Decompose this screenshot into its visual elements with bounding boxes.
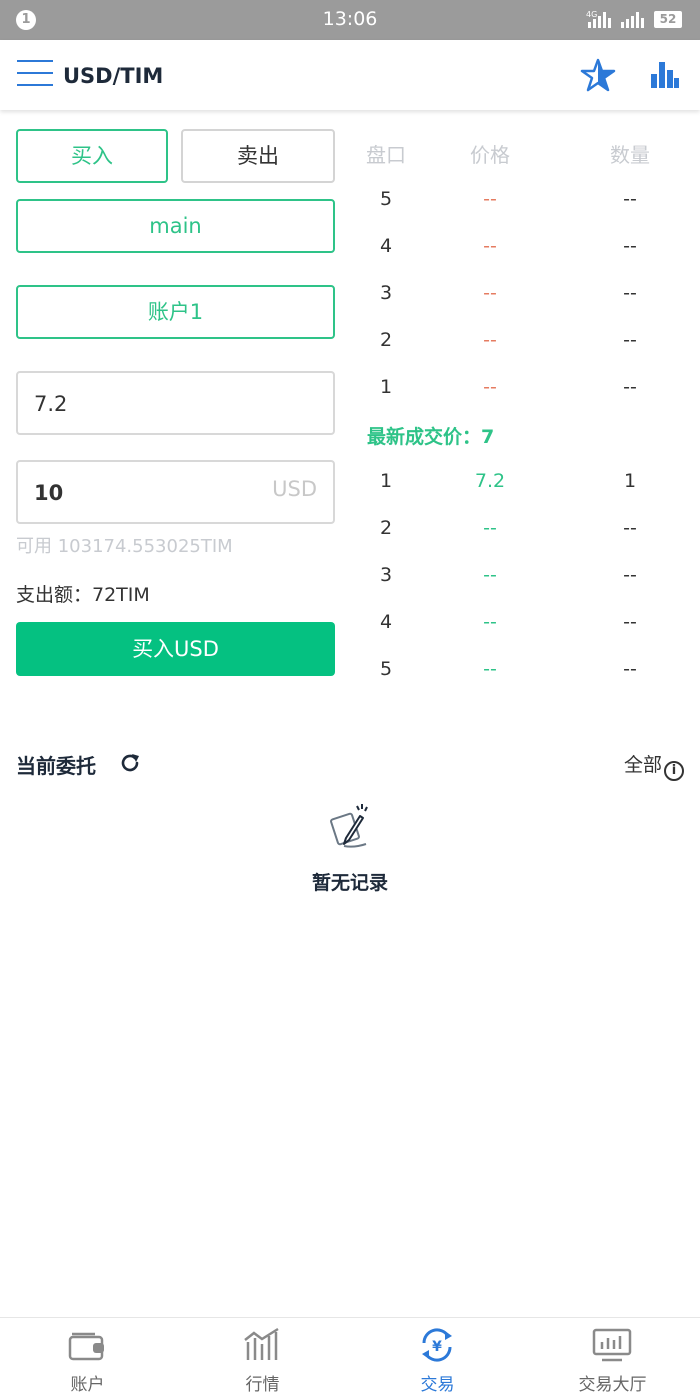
favorite-star-icon[interactable]	[580, 58, 616, 92]
ask-qty: --	[623, 188, 637, 210]
bid-qty: --	[623, 517, 637, 539]
empty-records-text: 暂无记录	[311, 872, 388, 894]
ask-level: 2	[379, 329, 393, 351]
ask-level: 1	[379, 376, 393, 398]
account-select[interactable]: 账户1	[16, 285, 335, 339]
ask-price[interactable]: --	[445, 282, 535, 304]
bid-price[interactable]: --	[445, 517, 535, 539]
info-icon: i	[664, 761, 684, 781]
ask-level: 5	[379, 188, 393, 210]
kline-chart-icon[interactable]	[650, 60, 680, 90]
orderbook-header-price: 价格	[470, 143, 510, 167]
bid-level: 2	[379, 517, 393, 539]
ask-price[interactable]: --	[445, 376, 535, 398]
market-chart-icon	[244, 1327, 279, 1360]
pair-title[interactable]: USD/TIM	[63, 64, 163, 88]
cost-amount: 支出额：72TIM	[16, 584, 150, 606]
orderbook-header-level: 盘口	[366, 143, 406, 167]
nav-trade-label: 交易	[420, 1375, 455, 1395]
nav-account[interactable]: 账户	[0, 1318, 175, 1399]
amount-input[interactable]: 10 USD	[16, 460, 335, 524]
bid-qty: --	[623, 611, 637, 633]
bid-level: 4	[379, 611, 393, 633]
latest-price: 最新成交价：7	[367, 426, 495, 448]
ask-level: 4	[379, 235, 393, 257]
ask-price[interactable]: --	[445, 329, 535, 351]
ask-qty: --	[623, 235, 637, 257]
signal-icon	[621, 12, 644, 28]
menu-icon[interactable]	[17, 60, 53, 90]
price-input[interactable]: 7.2	[16, 371, 335, 435]
amount-value: 10	[34, 481, 64, 505]
nav-trading-hall-label: 交易大厅	[578, 1375, 647, 1395]
bid-price[interactable]: --	[445, 611, 535, 633]
status-bar: 1 13:06 4G 52	[0, 0, 700, 40]
orderbook-header-qty: 数量	[610, 143, 650, 167]
top-header: USD/TIM	[0, 40, 700, 110]
account-type-select[interactable]: main	[16, 199, 335, 253]
ask-qty: --	[623, 329, 637, 351]
svg-text:¥: ¥	[432, 1339, 442, 1355]
network-type-label: 4G	[586, 10, 597, 19]
buy-tab[interactable]: 买入	[16, 129, 168, 183]
available-balance: 可用 103174.553025TIM	[16, 536, 233, 557]
amount-unit: USD	[272, 477, 317, 501]
bid-price[interactable]: 7.2	[445, 470, 535, 492]
all-orders-label: 全部	[623, 754, 662, 776]
bid-level: 3	[379, 564, 393, 586]
ask-price[interactable]: --	[445, 235, 535, 257]
signal-4g-icon: 4G	[586, 10, 611, 28]
bid-qty: --	[623, 564, 637, 586]
buy-submit-button[interactable]: 买入USD	[16, 622, 335, 676]
bid-price[interactable]: --	[445, 564, 535, 586]
current-orders-title: 当前委托	[16, 754, 96, 778]
battery-indicator: 52	[654, 11, 682, 28]
trading-hall-icon	[592, 1328, 632, 1362]
nav-trade[interactable]: ¥ 交易	[350, 1318, 525, 1399]
bid-level: 5	[379, 658, 393, 680]
bottom-nav: 账户 行情 ¥ 交易 交易大厅	[0, 1317, 700, 1399]
nav-account-label: 账户	[70, 1375, 105, 1395]
bid-price[interactable]: --	[445, 658, 535, 680]
ask-qty: --	[623, 376, 637, 398]
nav-trading-hall[interactable]: 交易大厅	[525, 1318, 700, 1399]
bid-qty: 1	[623, 470, 637, 492]
bid-level: 1	[379, 470, 393, 492]
nav-market-label: 行情	[245, 1375, 280, 1395]
empty-records-icon	[330, 804, 368, 848]
bid-qty: --	[623, 658, 637, 680]
wallet-icon	[68, 1332, 104, 1361]
all-orders-link[interactable]: 全部 i	[624, 750, 684, 781]
ask-price[interactable]: --	[445, 188, 535, 210]
trade-yen-icon: ¥	[422, 1328, 452, 1362]
ask-level: 3	[379, 282, 393, 304]
price-value: 7.2	[34, 392, 68, 416]
sell-tab[interactable]: 卖出	[181, 129, 335, 183]
refresh-icon[interactable]	[118, 751, 142, 775]
ask-qty: --	[623, 282, 637, 304]
nav-market[interactable]: 行情	[175, 1318, 350, 1399]
